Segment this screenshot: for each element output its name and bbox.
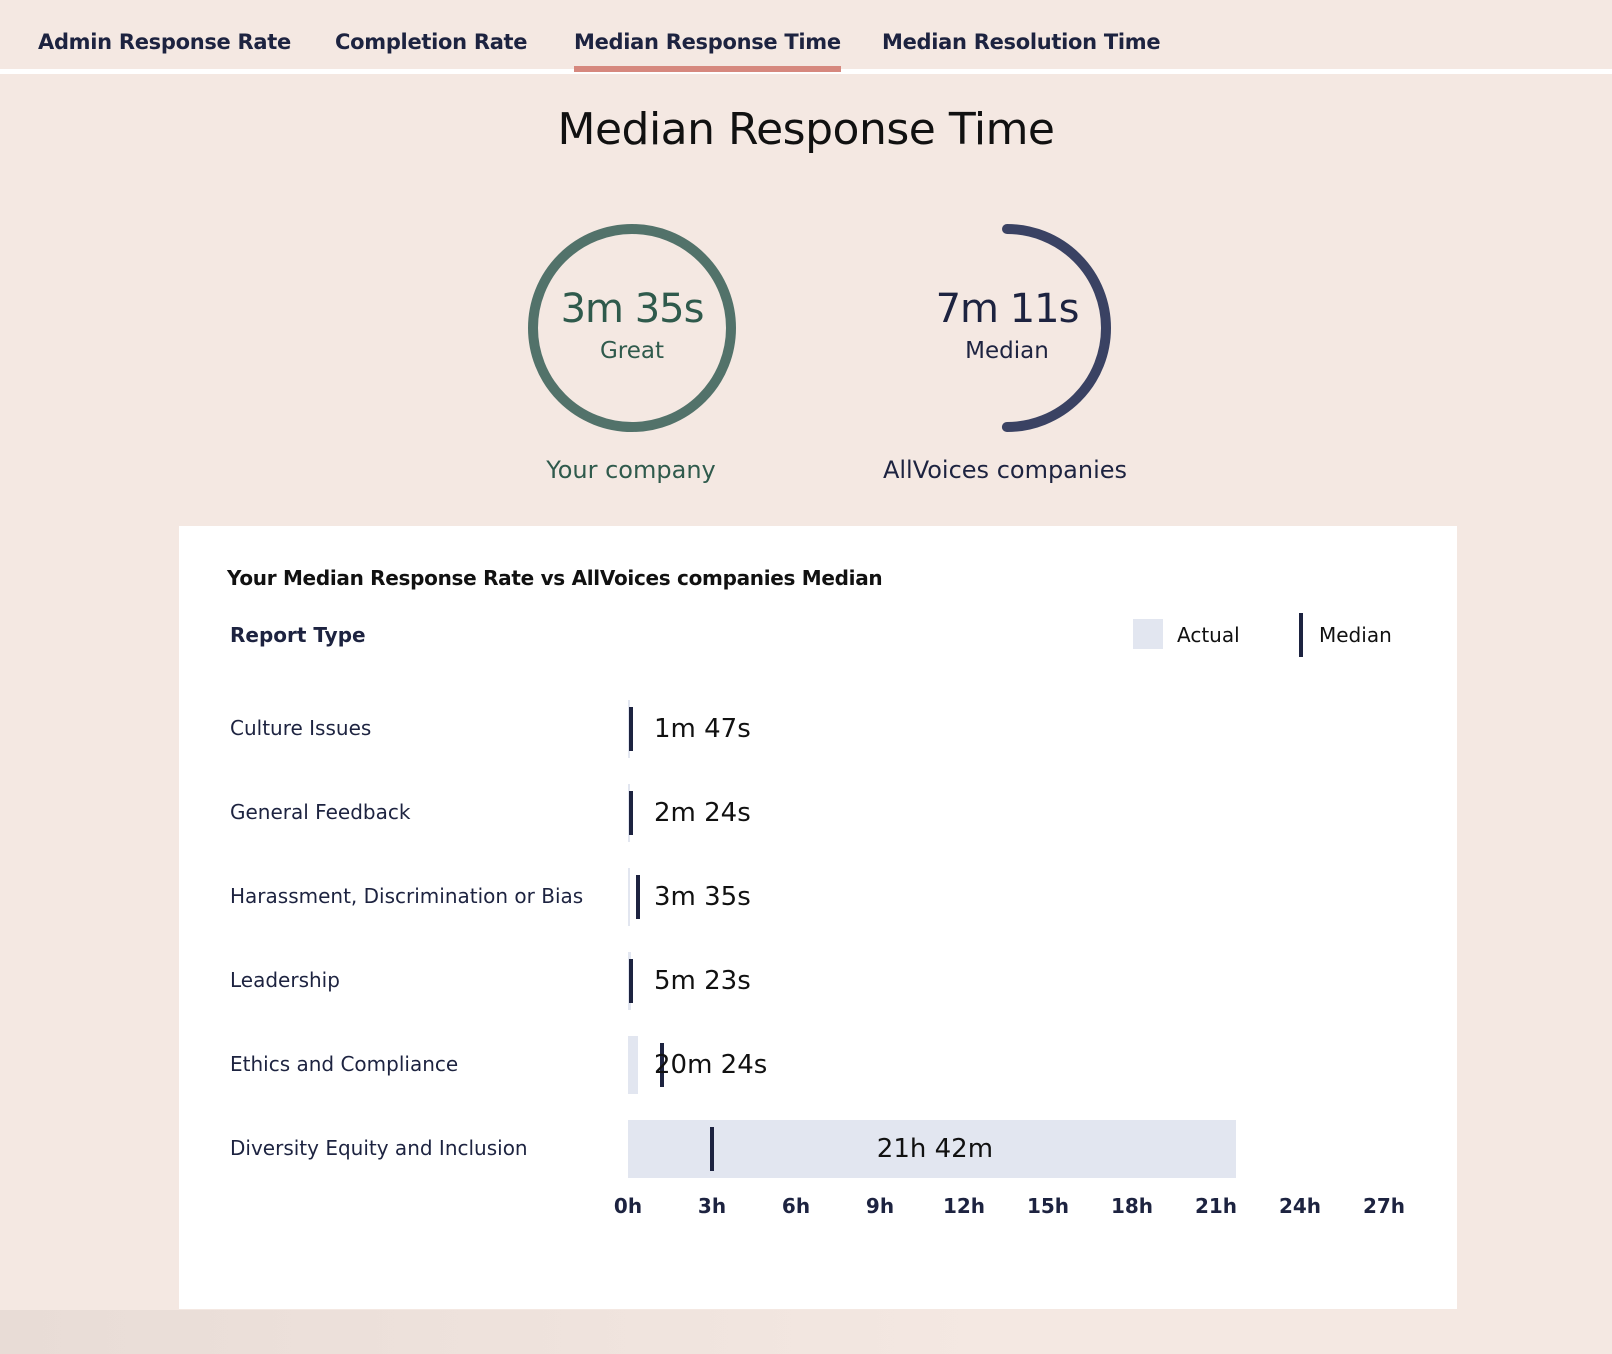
actual-bar (628, 1036, 638, 1094)
x-tick-label: 12h (942, 1194, 986, 1218)
page-title: Median Response Time (557, 104, 1055, 155)
median-mark (629, 707, 634, 751)
your-company-caption: Your company (546, 456, 716, 484)
x-tick-label: 15h (1026, 1194, 1070, 1218)
bar-value-label: 1m 47s (654, 714, 751, 744)
bar-value-label: 2m 24s (654, 798, 751, 828)
allvoices-value: 7m 11s (935, 286, 1080, 332)
legend-actual-label: Actual (1177, 623, 1240, 647)
tab-completion-rate[interactable]: Completion Rate (335, 30, 528, 54)
row-label: Ethics and Compliance (230, 1052, 459, 1076)
row-label: Leadership (230, 968, 340, 992)
legend-median-mark (1299, 613, 1303, 657)
bar-value-label: 5m 23s (654, 966, 751, 996)
x-tick-label: 9h (865, 1194, 895, 1218)
legend-median-label: Median (1319, 623, 1392, 647)
bar-value-label: 20m 24s (654, 1050, 768, 1080)
x-tick-label: 21h (1194, 1194, 1238, 1218)
your-company-rating: Great (599, 338, 665, 364)
bar-value-label: 21h 42m (876, 1134, 994, 1164)
legend-actual-swatch (1133, 619, 1163, 649)
median-mark (629, 959, 634, 1003)
your-company-gauge: 3m 35s Great (522, 218, 742, 438)
tab-median-response-time[interactable]: Median Response Time (574, 30, 841, 72)
comparison-chart-card: Your Median Response Rate vs AllVoices c… (179, 526, 1457, 1309)
row-label: General Feedback (230, 800, 411, 824)
tab-admin-response-rate[interactable]: Admin Response Rate (38, 30, 291, 54)
allvoices-gauge: 7m 11s Median (897, 218, 1117, 438)
median-mark (710, 1127, 714, 1171)
row-label: Diversity Equity and Inclusion (230, 1136, 528, 1160)
chart-title: Your Median Response Rate vs AllVoices c… (227, 566, 883, 590)
x-tick-label: 18h (1110, 1194, 1154, 1218)
x-tick-label: 0h (613, 1194, 643, 1218)
allvoices-rating: Median (965, 338, 1049, 364)
row-label: Culture Issues (230, 716, 372, 740)
actual-bar (628, 868, 630, 926)
x-tick-label: 6h (781, 1194, 811, 1218)
page-bottom-shade (0, 1310, 1000, 1354)
report-type-header: Report Type (230, 623, 366, 647)
bar-value-label: 3m 35s (654, 882, 751, 912)
tab-bar: Admin Response Rate Completion Rate Medi… (0, 0, 1612, 74)
median-mark (635, 875, 640, 919)
row-label: Harassment, Discrimination or Bias (230, 884, 584, 908)
allvoices-caption: AllVoices companies (882, 456, 1128, 484)
median-mark (629, 791, 634, 835)
x-tick-label: 24h (1278, 1194, 1322, 1218)
x-tick-label: 3h (697, 1194, 727, 1218)
tab-median-resolution-time[interactable]: Median Resolution Time (882, 30, 1161, 54)
your-company-value: 3m 35s (560, 286, 705, 332)
x-tick-label: 27h (1362, 1194, 1406, 1218)
